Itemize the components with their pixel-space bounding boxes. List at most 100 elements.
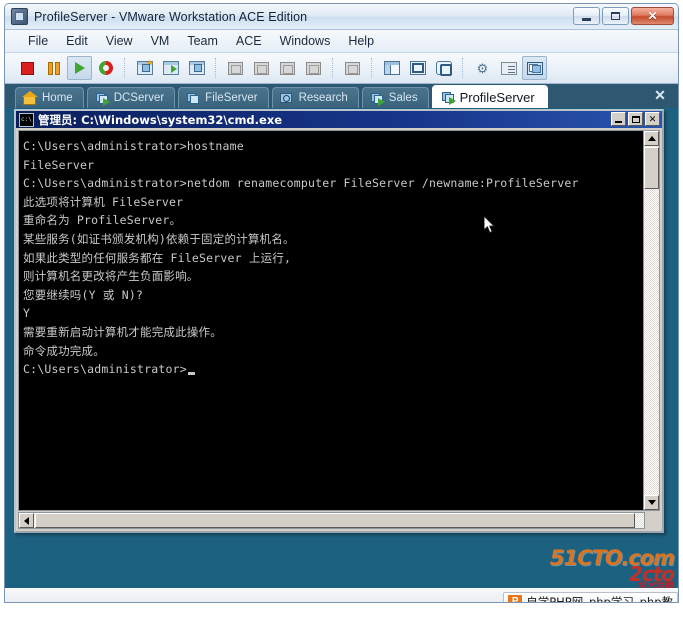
menu-item-ace[interactable]: ACE: [227, 32, 271, 50]
scroll-down-button[interactable]: [644, 495, 659, 510]
cmd-minimize-button[interactable]: [611, 112, 626, 126]
menu-item-edit[interactable]: Edit: [57, 32, 97, 50]
console-line: C:\Users\administrator>hostname: [23, 139, 244, 153]
console-line: 您要继续吗(Y 或 N)?: [23, 287, 144, 302]
snapshot-manager-icon: [188, 61, 205, 75]
menu-item-windows[interactable]: Windows: [271, 32, 340, 50]
vmware-icon: [11, 8, 28, 25]
tab-label: Sales: [388, 92, 418, 104]
cmd-title-bar: 管理员: C:\Windows\system32\cmd.exe ✕: [16, 111, 662, 128]
tab-label: Home: [42, 92, 73, 104]
block-cursor-icon: [187, 372, 195, 376]
menu-item-help[interactable]: Help: [339, 32, 383, 50]
tab-sales[interactable]: Sales: [361, 87, 429, 108]
scroll-left-button[interactable]: [19, 513, 34, 528]
console-line: 如果此类型的任何服务都在 FileServer 上运行,: [23, 250, 292, 265]
powerpoint-icon: P: [508, 594, 523, 602]
console-view-button[interactable]: [522, 56, 547, 80]
console-line: 此选项将计算机 FileServer: [23, 194, 184, 209]
clone-button[interactable]: [223, 56, 248, 80]
menu-item-file[interactable]: File: [19, 32, 57, 50]
close-tab-button[interactable]: ✕: [652, 87, 668, 103]
toolbar: ✦ ⚙: [5, 53, 678, 84]
snapshot-manager-button[interactable]: [184, 56, 209, 80]
tab-label: FileServer: [205, 92, 258, 104]
cmd-close-button[interactable]: ✕: [645, 112, 660, 126]
show-sidebar-button[interactable]: [379, 56, 404, 80]
tab-label: Research: [298, 92, 348, 104]
keyboard-icon: [345, 61, 360, 75]
tab-home[interactable]: Home: [15, 87, 84, 108]
tab-research[interactable]: Research: [271, 87, 359, 108]
menu-item-view[interactable]: View: [97, 32, 142, 50]
console-view-icon: [526, 61, 543, 75]
console-line: 需要重新启动计算机才能完成此操作。: [23, 324, 222, 339]
cmd-window-controls: ✕: [611, 112, 660, 126]
scroll-thumb[interactable]: [644, 147, 659, 189]
vm-settings-button[interactable]: ⚙: [470, 56, 495, 80]
suspend-button[interactable]: [41, 56, 66, 80]
clone-multiple-icon: [254, 61, 269, 75]
snapshot-new-icon: ✦: [136, 59, 154, 75]
menu-item-vm[interactable]: VM: [142, 32, 179, 50]
take-snapshot-button[interactable]: ✦: [132, 56, 157, 80]
console-line: Y: [23, 306, 31, 321]
toolbar-separator: [371, 58, 373, 78]
console-line: 重命名为 ProfileServer。: [23, 213, 182, 228]
window-controls: ✕: [573, 7, 674, 25]
taskbar-item-browser[interactable]: P 自学PHP网_php学习_php教: [503, 592, 678, 602]
close-icon: ✕: [647, 9, 658, 23]
window-title: ProfileServer - VMware Workstation ACE E…: [34, 9, 308, 24]
maximize-button[interactable]: [602, 7, 629, 25]
vmware-main-window: ProfileServer - VMware Workstation ACE E…: [4, 3, 679, 603]
console-line: 则计算机名更改将产生负面影响。: [23, 269, 199, 284]
capture-screen-icon: [280, 61, 295, 75]
close-button[interactable]: ✕: [631, 7, 674, 25]
revert-snapshot-button[interactable]: [158, 56, 183, 80]
tab-fileserver[interactable]: FileServer: [178, 87, 269, 108]
vm-powered-on-icon: [441, 91, 456, 105]
console-line: 某些服务(如证书颁发机构)依赖于固定的计算机名。: [23, 231, 295, 246]
wrench-icon: ⚙: [476, 60, 489, 76]
fit-guest-button[interactable]: [405, 56, 430, 80]
console-horizontal-scrollbar[interactable]: [18, 512, 645, 529]
maximize-icon: [611, 12, 620, 20]
tab-label: DCServer: [113, 92, 165, 104]
capture-movie-icon: [306, 61, 321, 75]
watermark-line-2: 2cto: [628, 562, 675, 586]
minimize-button[interactable]: [573, 7, 600, 25]
toolbar-separator: [215, 58, 217, 78]
reset-icon: [98, 61, 113, 75]
clone-icon: [228, 61, 243, 75]
power-off-button[interactable]: [15, 56, 40, 80]
watermark-line-1: 51CTO.com: [549, 546, 675, 570]
clone-multiple-button[interactable]: [249, 56, 274, 80]
send-ctrl-alt-del-button[interactable]: [340, 56, 365, 80]
console-line: 命令成功完成。: [23, 343, 105, 358]
vm-guest-screen[interactable]: 管理员: C:\Windows\system32\cmd.exe ✕ C:\Us…: [5, 108, 678, 602]
console-prompt: C:\Users\administrator>: [23, 362, 187, 377]
console-prompt-line: C:\Users\administrator>: [23, 360, 644, 379]
menu-item-team[interactable]: Team: [178, 32, 227, 50]
reset-button[interactable]: [93, 56, 118, 80]
capture-movie-button[interactable]: [301, 56, 326, 80]
snapshot-revert-icon: [162, 61, 179, 75]
summary-view-button[interactable]: [496, 56, 521, 80]
scroll-up-button[interactable]: [644, 131, 659, 146]
capture-screen-button[interactable]: [275, 56, 300, 80]
fullscreen-button[interactable]: [431, 56, 456, 80]
console-line: C:\Users\administrator>netdom renamecomp…: [23, 176, 579, 191]
toolbar-separator: [332, 58, 334, 78]
minimize-icon: [615, 121, 622, 123]
tab-label: ProfileServer: [459, 89, 535, 105]
close-icon: ✕: [648, 113, 657, 124]
tab-profileserver[interactable]: ProfileServer: [431, 85, 548, 108]
tab-dcserver[interactable]: DCServer: [86, 87, 176, 108]
sidebar-panel-icon: [383, 61, 400, 75]
power-on-button[interactable]: [67, 56, 92, 80]
toolbar-separator: [462, 58, 464, 78]
scroll-thumb[interactable]: [35, 513, 635, 528]
cmd-output-area[interactable]: C:\Users\administrator>hostname FileServ…: [18, 130, 645, 511]
console-vertical-scrollbar[interactable]: [643, 130, 660, 511]
cmd-maximize-button[interactable]: [628, 112, 643, 126]
